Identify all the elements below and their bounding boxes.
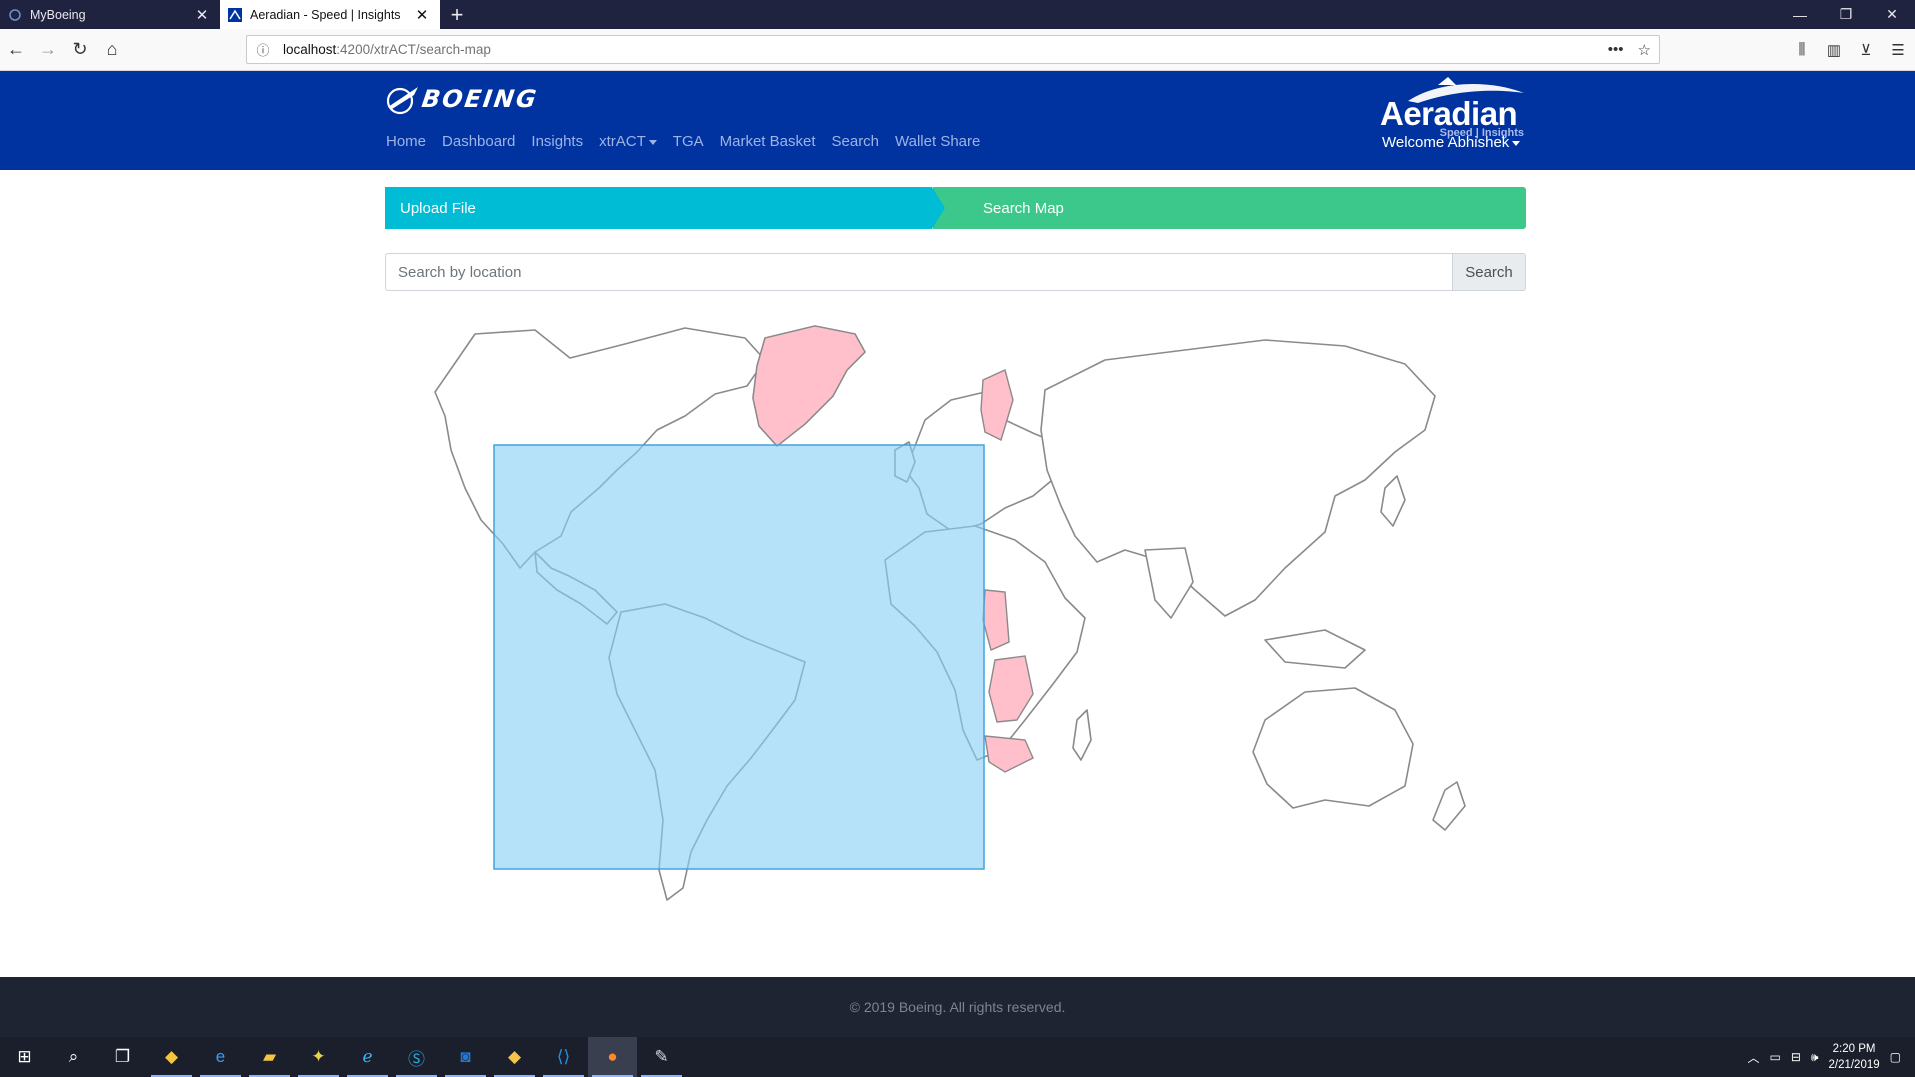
- india: [1144, 547, 1194, 619]
- nav-dashboard[interactable]: Dashboard: [434, 133, 523, 150]
- clock[interactable]: 2:20 PM 2/21/2019: [1828, 1041, 1879, 1073]
- url-path: :4200/xtrACT/search-map: [336, 42, 491, 57]
- paint-app-icon[interactable]: ✎: [637, 1037, 686, 1077]
- menu-icon[interactable]: ☰: [1887, 35, 1909, 64]
- user-menu[interactable]: Welcome Abhishek: [1382, 134, 1521, 151]
- minimize-icon[interactable]: —: [1777, 0, 1823, 29]
- nav-wallet-share[interactable]: Wallet Share: [887, 133, 988, 150]
- git-app-icon-2[interactable]: ◆: [490, 1037, 539, 1077]
- url-bar[interactable]: ⓘ localhost:4200/xtrACT/search-map ••• ☆: [246, 35, 1660, 64]
- site-header: BOEING Home Dashboard Insights xtrACT TG…: [0, 71, 1915, 170]
- back-icon[interactable]: ←: [0, 34, 32, 66]
- highlight-greenland[interactable]: [752, 325, 866, 447]
- nav-insights[interactable]: Insights: [523, 133, 591, 150]
- new-tab-button[interactable]: +: [440, 0, 474, 29]
- aeradian-logo[interactable]: Aeradian Speed | Insights: [1378, 75, 1528, 139]
- notifications-icon[interactable]: ▢: [1890, 1050, 1901, 1064]
- step-upload-file[interactable]: Upload File: [385, 187, 945, 229]
- volume-icon[interactable]: 🕪: [1811, 1050, 1819, 1065]
- aeradian-favicon-icon: [228, 7, 242, 22]
- step-search-label: Search Map: [983, 199, 1064, 217]
- site-info-icon[interactable]: ⓘ: [255, 40, 271, 59]
- outlook-icon[interactable]: ◙: [441, 1037, 490, 1077]
- boeing-wordmark: BOEING: [420, 85, 540, 113]
- search-icon[interactable]: ⌕: [49, 1037, 98, 1077]
- nav-xtract[interactable]: xtrACT: [591, 133, 665, 150]
- location-search: Search: [385, 253, 1526, 291]
- progress-stepper: Upload File Search Map: [385, 187, 1526, 229]
- file-explorer-icon[interactable]: ▰: [245, 1037, 294, 1077]
- nav-home[interactable]: Home: [378, 133, 434, 150]
- boeing-logo[interactable]: BOEING: [384, 81, 540, 117]
- madagascar: [1072, 709, 1092, 761]
- browser-navbar: ← → ↻ ⌂ ⓘ localhost:4200/xtrACT/search-m…: [0, 29, 1915, 71]
- edge-browser-icon[interactable]: e: [196, 1037, 245, 1077]
- browser-tab-myboeing[interactable]: MyBoeing ✕: [0, 0, 220, 29]
- clock-date: 2/21/2019: [1828, 1059, 1880, 1071]
- asia: [1040, 339, 1436, 617]
- tab-close-icon[interactable]: ✕: [414, 6, 430, 24]
- australia: [1252, 687, 1414, 809]
- copyright-text: © 2019 Boeing. All rights reserved.: [849, 999, 1066, 1015]
- bookmark-star-icon[interactable]: ☆: [1638, 41, 1651, 59]
- nav-xtract-label: xtrACT: [599, 133, 646, 150]
- clock-time: 2:20 PM: [1832, 1043, 1876, 1055]
- new-zealand: [1432, 781, 1466, 831]
- start-windows-icon[interactable]: ⊞: [0, 1037, 49, 1077]
- site-footer: © 2019 Boeing. All rights reserved.: [0, 977, 1915, 1037]
- internet-explorer-icon[interactable]: ℯ: [343, 1037, 392, 1077]
- skype-icon[interactable]: Ⓢ: [392, 1037, 441, 1077]
- url-host: localhost: [283, 42, 337, 57]
- restore-icon[interactable]: ❐: [1823, 0, 1869, 29]
- firefox-icon[interactable]: ●: [588, 1037, 637, 1077]
- tab-close-icon[interactable]: ✕: [194, 6, 210, 24]
- search-button[interactable]: Search: [1452, 253, 1526, 291]
- forward-icon[interactable]: →: [32, 34, 64, 66]
- tray-expand-icon[interactable]: ︿: [1748, 1049, 1760, 1066]
- search-location-input[interactable]: [385, 253, 1452, 291]
- world-map[interactable]: [385, 300, 1526, 950]
- library-icon[interactable]: ⫼: [1791, 35, 1813, 64]
- southeast-asia-islands: [1264, 629, 1366, 669]
- japan: [1380, 475, 1406, 527]
- home-icon[interactable]: ⌂: [96, 34, 128, 66]
- caret-down-icon: [1512, 140, 1521, 146]
- battery-icon[interactable]: ▭: [1770, 1050, 1781, 1064]
- step-search-map[interactable]: Search Map: [933, 187, 1526, 229]
- vscode-icon[interactable]: ⟨⟩: [539, 1037, 588, 1077]
- reload-icon[interactable]: ↻: [64, 34, 96, 66]
- boeing-favicon-icon: [9, 8, 21, 21]
- pin-app-icon[interactable]: ✦: [294, 1037, 343, 1077]
- welcome-text: Welcome Abhishek: [1382, 134, 1510, 151]
- main-nav: Home Dashboard Insights xtrACT TGA Marke…: [378, 133, 988, 150]
- browser-tab-aeradian[interactable]: Aeradian - Speed | Insights ✕: [220, 0, 440, 29]
- browser-tab-strip: MyBoeing ✕ Aeradian - Speed | Insights ✕…: [0, 0, 1915, 29]
- network-icon[interactable]: ⊟: [1791, 1050, 1801, 1064]
- nav-market-basket[interactable]: Market Basket: [712, 133, 824, 150]
- sidebar-icon[interactable]: ▥: [1823, 35, 1845, 64]
- page-actions-icon[interactable]: •••: [1608, 41, 1624, 59]
- nav-tga[interactable]: TGA: [665, 133, 712, 150]
- nav-search[interactable]: Search: [824, 133, 888, 150]
- windows-taskbar: ⊞ ⌕ ❐ ◆ e ▰ ✦ ℯ Ⓢ ◙ ◆ ⟨⟩ ● ✎ ︿ ▭ ⊟ 🕪 2:2…: [0, 1037, 1915, 1077]
- git-app-icon[interactable]: ◆: [147, 1037, 196, 1077]
- task-view-icon[interactable]: ❐: [98, 1037, 147, 1077]
- tab-title: Aeradian - Speed | Insights: [250, 7, 401, 22]
- pocket-icon[interactable]: ⊻: [1855, 35, 1877, 64]
- highlight-south-africa[interactable]: [984, 735, 1034, 773]
- map-selection-rectangle[interactable]: [493, 444, 985, 870]
- tab-title: MyBoeing: [30, 7, 86, 22]
- boeing-symbol-icon: [386, 87, 418, 115]
- step-upload-label: Upload File: [400, 199, 476, 217]
- window-controls: — ❐ ✕: [1777, 0, 1915, 29]
- window-close-icon[interactable]: ✕: [1869, 0, 1915, 29]
- system-tray: ︿ ▭ ⊟ 🕪 2:20 PM 2/21/2019 ▢: [1748, 1041, 1915, 1073]
- caret-down-icon: [648, 139, 657, 145]
